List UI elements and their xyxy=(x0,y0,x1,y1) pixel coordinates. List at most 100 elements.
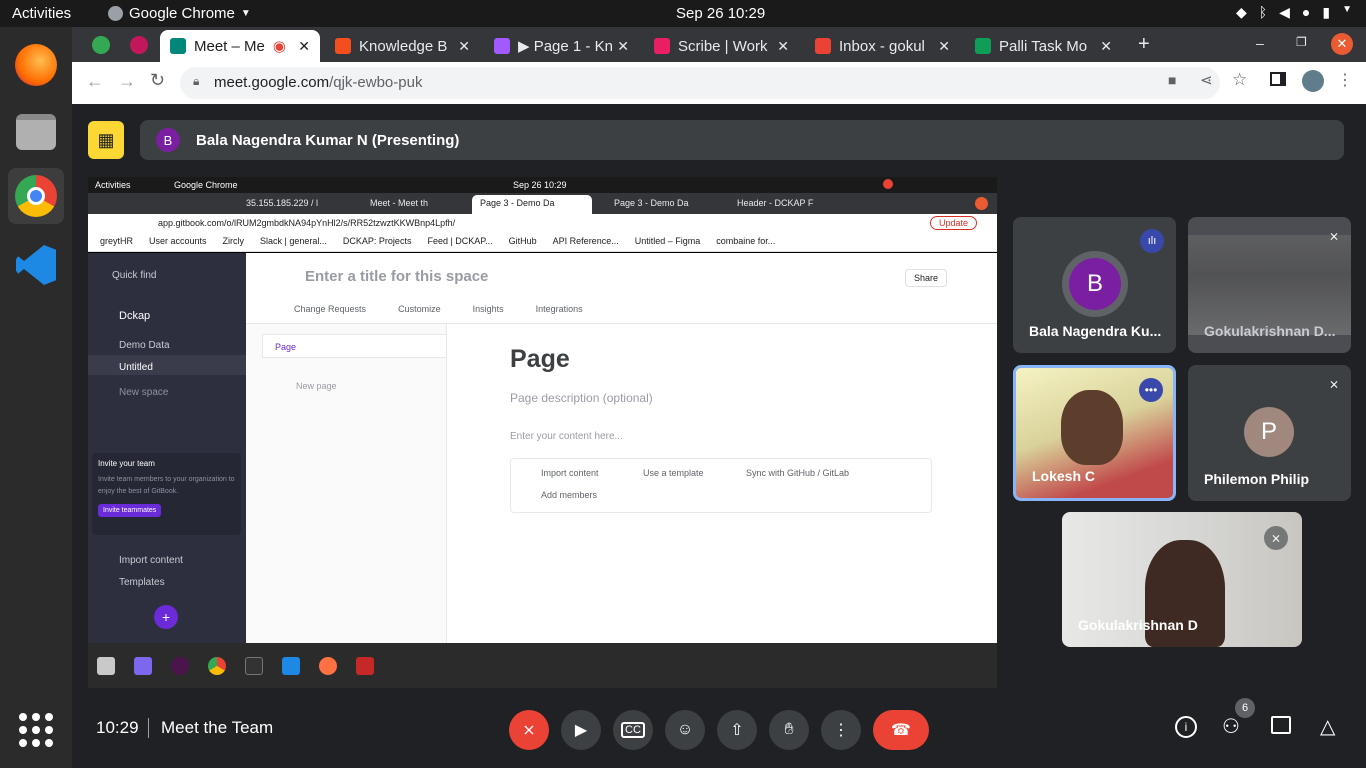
captions-button[interactable]: CC xyxy=(613,710,653,750)
close-window-icon[interactable]: ✕ xyxy=(1331,33,1353,55)
vscode-icon[interactable] xyxy=(8,237,64,293)
shared-dock-icon xyxy=(171,657,189,675)
close-tab-icon[interactable]: ✕ xyxy=(617,38,629,55)
battery-icon: ▮ xyxy=(1322,4,1331,20)
address-bar-row: ← → ↻ 🔒︎ meet.google.com/qjk-ewbo-puk ■ … xyxy=(72,62,1366,104)
forward-icon[interactable]: → xyxy=(118,71,136,92)
lock-icon: 🔒︎ xyxy=(193,74,200,88)
close-tab-icon[interactable]: ✕ xyxy=(777,38,789,55)
shared-tab: 35.155.185.229 / l xyxy=(246,198,319,208)
minimize-icon[interactable]: – xyxy=(1256,35,1264,51)
present-screen-icon: ⇧ xyxy=(730,722,744,739)
camera-icon[interactable]: ■ xyxy=(1168,72,1176,88)
tab-palli[interactable]: Palli Task Mo ✕ xyxy=(965,30,1122,62)
bluetooth-icon: ᛒ xyxy=(1258,4,1268,20)
present-button[interactable]: ⇧ xyxy=(717,710,757,750)
star-icon[interactable]: ☆ xyxy=(1232,70,1247,90)
shared-screen: Activities Google Chrome Sep 26 10:29 35… xyxy=(88,177,997,688)
mic-off-button[interactable]: ⨯ xyxy=(509,710,549,750)
close-tab-icon[interactable]: ✕ xyxy=(1100,38,1112,55)
shared-add-icon: + xyxy=(154,605,178,629)
shared-toolbar-item: Customize xyxy=(398,304,441,314)
bookmark: Zircly xyxy=(222,236,245,246)
share-icon[interactable]: ⋖ xyxy=(1200,71,1213,89)
more-vert-icon: ⋮ xyxy=(833,722,849,739)
scribe-icon xyxy=(654,38,670,54)
profile-avatar[interactable] xyxy=(1302,70,1324,92)
info-icon[interactable]: i xyxy=(1175,716,1197,738)
activities-icon[interactable]: △ xyxy=(1320,714,1335,739)
captions-icon: CC xyxy=(621,722,645,738)
muted-mic-icon: ⨯ xyxy=(1328,377,1339,391)
tab-label: Palli Task Mo xyxy=(999,37,1088,55)
more-options-icon[interactable]: ••• xyxy=(1139,378,1163,402)
activities-button[interactable]: Activities xyxy=(12,5,71,22)
tab-inbox[interactable]: Inbox - gokul ✕ xyxy=(805,30,960,62)
participant-name: Gokulakrishnan D... xyxy=(1204,323,1336,339)
url-input[interactable]: 🔒︎ meet.google.com/qjk-ewbo-puk xyxy=(180,67,1220,99)
back-icon[interactable]: ← xyxy=(86,71,104,92)
chrome-dock-icon[interactable] xyxy=(8,168,64,224)
chat-icon[interactable] xyxy=(1271,716,1291,734)
leave-call-button[interactable]: ☎︎ xyxy=(873,710,929,750)
shared-app-menu: Google Chrome xyxy=(174,180,238,190)
shared-share-button: Share xyxy=(905,269,948,287)
shared-dock-icon xyxy=(282,657,300,675)
participant-avatar: P xyxy=(1244,407,1294,457)
reload-icon[interactable]: ↻ xyxy=(150,70,165,91)
raise-hand-button[interactable]: ✋︎ xyxy=(769,710,809,750)
shared-toolbar-item: Integrations xyxy=(535,304,583,314)
participant-tile[interactable]: P ⨯ Philemon Philip xyxy=(1188,365,1351,501)
recording-icon: ◉ xyxy=(272,38,286,55)
clock[interactable]: Sep 26 10:29 xyxy=(676,5,765,22)
chrome-icon xyxy=(108,6,123,21)
participant-tile[interactable]: ⨯ Gokulakrishnan D... xyxy=(1188,217,1351,353)
more-options-button[interactable]: ⋮ xyxy=(821,710,861,750)
participant-name: Bala Nagendra Ku... xyxy=(1029,323,1162,339)
tab-meet[interactable]: Meet – Me ◉ ✕ xyxy=(160,30,320,62)
participant-tile[interactable]: ⨯ Gokulakrishnan D xyxy=(1062,512,1302,647)
people-icon[interactable]: ⚇ xyxy=(1222,714,1240,739)
screen-share-thumbnail xyxy=(1188,235,1351,335)
camera-button[interactable]: ▶ xyxy=(561,710,601,750)
sheets-icon xyxy=(975,38,991,54)
show-apps-icon[interactable] xyxy=(8,702,64,758)
chrome-menu-icon[interactable]: ⋮ xyxy=(1337,70,1353,90)
sidebar-icon[interactable] xyxy=(1270,72,1286,86)
presentation-icon[interactable]: ▦ xyxy=(88,121,124,159)
maximize-icon[interactable]: ❐ xyxy=(1296,35,1307,49)
firefox-icon[interactable] xyxy=(8,37,64,93)
participant-tile[interactable]: B ılı Bala Nagendra Ku... xyxy=(1013,217,1176,353)
app-menu[interactable]: Google Chrome ▼ xyxy=(108,5,251,22)
shared-address-bar: app.gitbook.com/o/lRUM2gmbdkNA94pYnHl2/s… xyxy=(88,214,997,233)
shared-tab: Meet - Meet th xyxy=(370,198,429,208)
shared-update-button: Update xyxy=(930,216,978,230)
participant-tile[interactable]: ••• Lokesh C xyxy=(1013,365,1176,501)
app-menu-label: Google Chrome xyxy=(129,5,235,22)
bookmark: greytHR xyxy=(100,236,134,246)
shared-space-title: Enter a title for this space xyxy=(305,268,489,285)
close-tab-icon[interactable]: ✕ xyxy=(938,38,950,55)
shared-tray-icon xyxy=(883,179,893,189)
os-top-bar: Activities Google Chrome ▼ Sep 26 10:29 … xyxy=(0,0,1366,27)
close-tab-icon[interactable]: ✕ xyxy=(458,38,470,55)
presenter-avatar: B xyxy=(156,128,180,152)
participant-name: Philemon Philip xyxy=(1204,471,1310,487)
new-tab-icon[interactable]: + xyxy=(1138,33,1150,56)
shared-sidebar-item: Demo Data xyxy=(119,340,170,351)
tab-page1[interactable]: ▶ Page 1 - Kn ✕ xyxy=(484,30,639,62)
shared-action-card: Import content Use a template Sync with … xyxy=(510,458,932,513)
files-icon[interactable] xyxy=(8,104,64,160)
tab-scribe[interactable]: Scribe | Work ✕ xyxy=(644,30,799,62)
pinned-tab-icon[interactable] xyxy=(130,36,148,54)
tab-label: ▶ Page 1 - Kn xyxy=(518,38,613,55)
pinned-tab-icon[interactable] xyxy=(92,36,110,54)
mic-off-icon: ⨯ xyxy=(522,722,536,739)
close-tab-icon[interactable]: ✕ xyxy=(298,38,310,55)
system-tray[interactable]: ◆ ᛒ ◀ ● ▮ ▼ xyxy=(1236,4,1352,21)
shared-dock-icon xyxy=(134,657,152,675)
reactions-button[interactable]: ☺ xyxy=(665,710,705,750)
tab-label: Scribe | Work xyxy=(678,37,768,55)
muted-mic-icon: ⨯ xyxy=(1328,229,1339,243)
tab-knowledge[interactable]: Knowledge B ✕ xyxy=(325,30,480,62)
